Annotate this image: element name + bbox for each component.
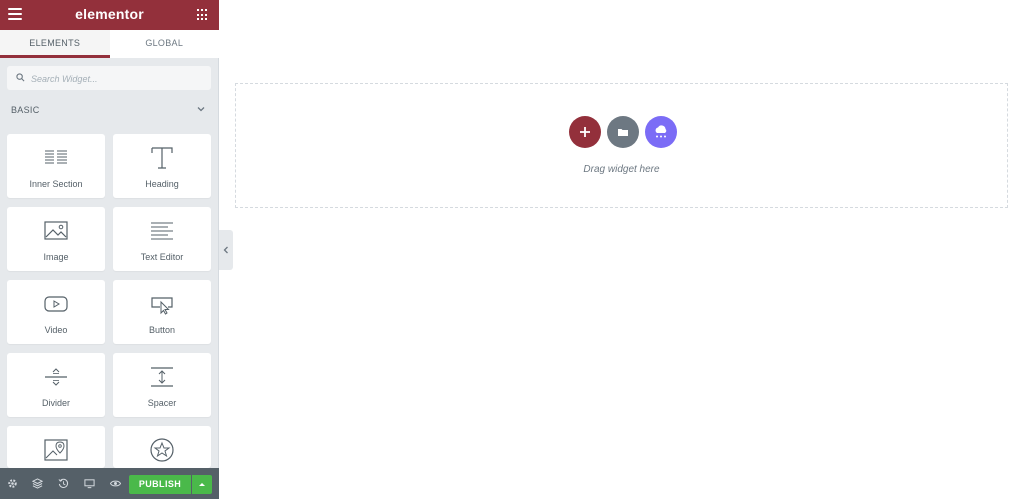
caret-up-icon <box>199 483 205 486</box>
add-section-button[interactable] <box>569 116 601 148</box>
video-icon <box>44 296 68 312</box>
widget-label: Video <box>44 325 68 335</box>
history-icon[interactable] <box>58 478 69 489</box>
widget-label: Heading <box>145 179 179 189</box>
settings-icon[interactable] <box>7 478 18 489</box>
drag-widget-hint: Drag widget here <box>583 164 660 175</box>
spacer-icon <box>151 367 173 387</box>
empty-section-dropzone[interactable]: Drag widget here <box>235 83 1008 208</box>
widget-label: Button <box>148 325 176 335</box>
widget-heading[interactable]: Heading <box>113 134 211 198</box>
add-template-button[interactable] <box>607 116 639 148</box>
panel-header: elementor <box>0 0 219 30</box>
widget-label: Inner Section <box>29 179 83 189</box>
widget-button[interactable]: Button <box>113 280 211 344</box>
widget-star-rating[interactable] <box>113 426 211 468</box>
widget-label: Text Editor <box>140 252 184 262</box>
cloud-template-button[interactable] <box>645 116 677 148</box>
widget-spacer[interactable]: Spacer <box>113 353 211 417</box>
button-icon <box>151 297 173 315</box>
widget-label: Divider <box>41 398 70 408</box>
responsive-mode-icon[interactable] <box>84 478 95 489</box>
chevron-left-icon <box>223 246 228 254</box>
folder-icon <box>618 129 628 136</box>
layers-icon[interactable] <box>32 478 43 489</box>
google-maps-icon <box>44 439 68 461</box>
widget-divider[interactable]: Divider <box>7 353 105 417</box>
text-editor-icon <box>151 222 173 240</box>
publish-button[interactable]: PUBLISH <box>129 475 191 494</box>
heading-icon <box>151 147 173 169</box>
plus-icon <box>580 127 590 137</box>
tab-elements[interactable]: ELEMENTS <box>0 30 110 58</box>
divider-icon <box>45 368 67 386</box>
grid-icon[interactable] <box>197 9 209 21</box>
preview-eye-icon[interactable] <box>110 478 121 489</box>
image-icon <box>44 221 68 240</box>
widget-video[interactable]: Video <box>7 280 105 344</box>
inner-section-icon <box>45 150 67 164</box>
widget-text-editor[interactable]: Text Editor <box>113 207 211 271</box>
category-title[interactable]: BASIC <box>11 105 40 115</box>
widget-image[interactable]: Image <box>7 207 105 271</box>
search-icon <box>16 73 25 82</box>
elementor-logo: elementor <box>75 6 144 22</box>
search-box <box>7 66 211 92</box>
collapse-panel-toggle[interactable] <box>219 230 233 270</box>
widget-label: Image <box>43 252 69 262</box>
search-input[interactable] <box>29 66 208 92</box>
panel-footer: PUBLISH <box>0 468 219 499</box>
star-icon <box>150 438 174 462</box>
widget-inner-section[interactable]: Inner Section <box>7 134 105 198</box>
widget-label: Spacer <box>147 398 177 408</box>
editor-panel: elementor ELEMENTS GLOBAL BASIC Inner Se… <box>0 0 219 499</box>
cloud-icon <box>655 125 667 138</box>
panel-tabs: ELEMENTS GLOBAL <box>0 30 219 58</box>
chevron-down-icon[interactable] <box>196 104 206 114</box>
widget-google-maps[interactable] <box>7 426 105 468</box>
publish-options-button[interactable] <box>192 475 212 494</box>
tab-global[interactable]: GLOBAL <box>110 30 220 58</box>
